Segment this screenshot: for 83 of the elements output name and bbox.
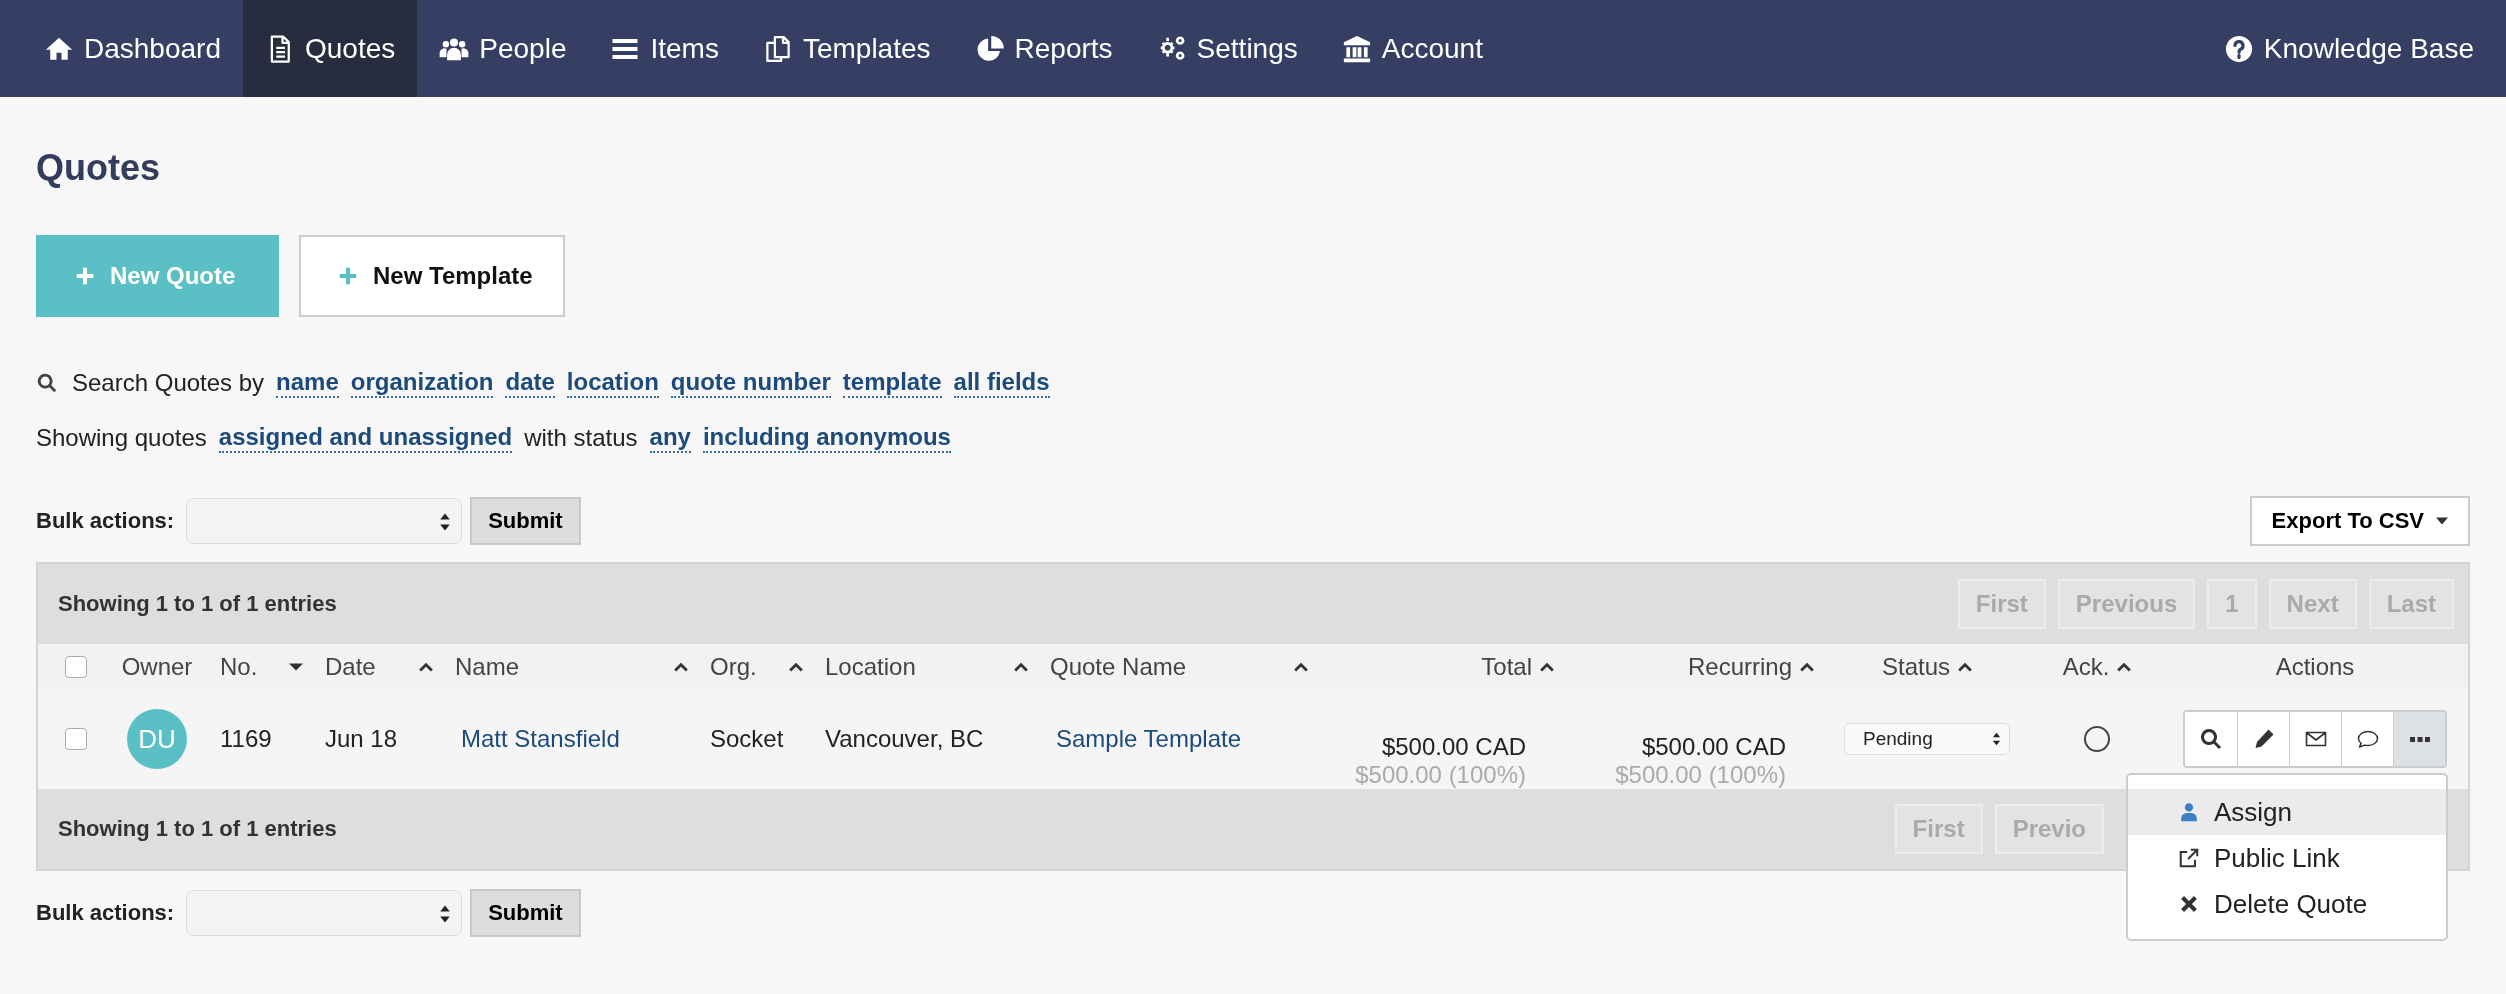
menu-item[interactable]: Assign [2128,789,2446,835]
total-share: $500.00 (100%) [1355,761,1526,789]
sort-caret-icon[interactable] [674,661,688,672]
up-down-arrows-icon [1992,731,2001,747]
table-cell: Vancouver, BC [825,725,984,753]
nav-tab[interactable]: Dashboard [22,0,243,97]
owner-avatar: DU [127,709,187,769]
plus-icon [337,265,359,287]
up-down-arrows-icon [439,904,452,924]
total-amount: $500.00 CAD [1381,733,1526,761]
search-field-link[interactable]: organization [350,368,494,398]
sort-caret-icon[interactable] [1958,661,1972,672]
filter-text: Showing quotes [36,424,207,452]
up-down-arrows-icon [439,512,452,532]
sort-caret-icon[interactable] [1800,661,1814,672]
column-header[interactable]: Recurring [1687,652,1792,681]
select-all-checkbox[interactable] [65,655,87,678]
user-icon [2178,801,2200,823]
column-header[interactable]: Name [455,652,520,681]
person-link[interactable]: Matt Stansfield [461,725,620,753]
table-cell: Jun 18 [325,725,398,753]
row-checkbox[interactable] [65,728,87,750]
column-header[interactable]: Owner [121,652,193,681]
filter-link[interactable]: any [649,423,691,453]
column-header[interactable]: Actions [2275,652,2355,681]
nav-tab[interactable]: Account [1319,0,1505,97]
sort-caret-icon[interactable] [419,661,433,672]
table-cell: 1169 [220,725,272,753]
submit-button[interactable]: Submit [470,889,581,937]
search-icon [2199,727,2223,751]
nav-tab[interactable]: Items [588,0,741,97]
search-field-link[interactable]: name [276,368,339,398]
sort-caret-icon[interactable] [289,661,303,672]
nav-tab[interactable]: Settings [1134,0,1320,97]
entries-info: Showing 1 to 1 of 1 entries [58,591,337,617]
quote-link[interactable]: Sample Template [1056,725,1241,753]
column-header[interactable]: Org. [710,652,757,681]
plus-icon [74,265,96,287]
sort-caret-icon[interactable] [789,661,803,672]
search-field-link[interactable]: date [505,368,555,398]
column-header[interactable]: Status [1881,652,1950,681]
column-header[interactable]: Location [825,652,916,681]
more-button[interactable] [2393,712,2445,766]
nav-tab[interactable]: Reports [952,0,1135,97]
knowledge-base-link[interactable]: Knowledge Base [2201,0,2496,97]
sort-caret-icon[interactable] [1294,661,1308,672]
search-field-link[interactable]: template [842,368,942,398]
nav-tab[interactable]: Templates [740,0,953,97]
sort-caret-icon[interactable] [2117,661,2132,672]
filter-text: with status [524,424,638,452]
submit-button[interactable]: Submit [470,497,581,545]
search-field-link[interactable]: location [566,368,659,398]
recurring-share: $500.00 (100%) [1615,761,1786,789]
more-icon [2409,736,2430,742]
status-select[interactable]: Pending [1844,723,2010,755]
table-cell: Socket [710,725,784,753]
help-icon [2223,33,2254,64]
export-csv-button[interactable]: Export To CSV [2249,496,2470,546]
search-field-link[interactable]: quote number [670,368,831,398]
column-header[interactable]: Date [325,652,376,681]
sort-caret-icon[interactable] [1540,661,1554,672]
column-header[interactable]: No. [220,652,258,681]
bank-icon [1341,33,1372,64]
new-template-button[interactable]: New Template [299,235,565,317]
column-header[interactable]: Total [1481,652,1532,681]
entries-info: Showing 1 to 1 of 1 entries [58,816,337,842]
search-field-link[interactable]: all fields [953,368,1050,398]
search-icon [36,372,58,394]
filter-link[interactable]: assigned and unassigned [218,423,513,453]
recurring-amount: $500.00 CAD [1641,733,1786,761]
search-label: Search Quotes by [72,369,265,397]
sort-caret-icon[interactable] [1014,661,1028,672]
column-header[interactable]: Ack. [2062,652,2110,681]
nav-tab[interactable]: People [417,0,589,97]
column-header[interactable]: Quote Name [1050,652,1187,681]
acknowledged-radio[interactable] [2084,726,2110,752]
bulk-actions-label: Bulk actions: [36,508,175,534]
filter-link[interactable]: including anonymous [702,423,951,453]
page-title: Quotes [36,147,161,189]
external-link-icon [2178,847,2200,869]
nav-tab[interactable]: Quotes [243,0,418,97]
bulk-actions-label: Bulk actions: [36,900,175,926]
caret-icon [2436,517,2448,525]
